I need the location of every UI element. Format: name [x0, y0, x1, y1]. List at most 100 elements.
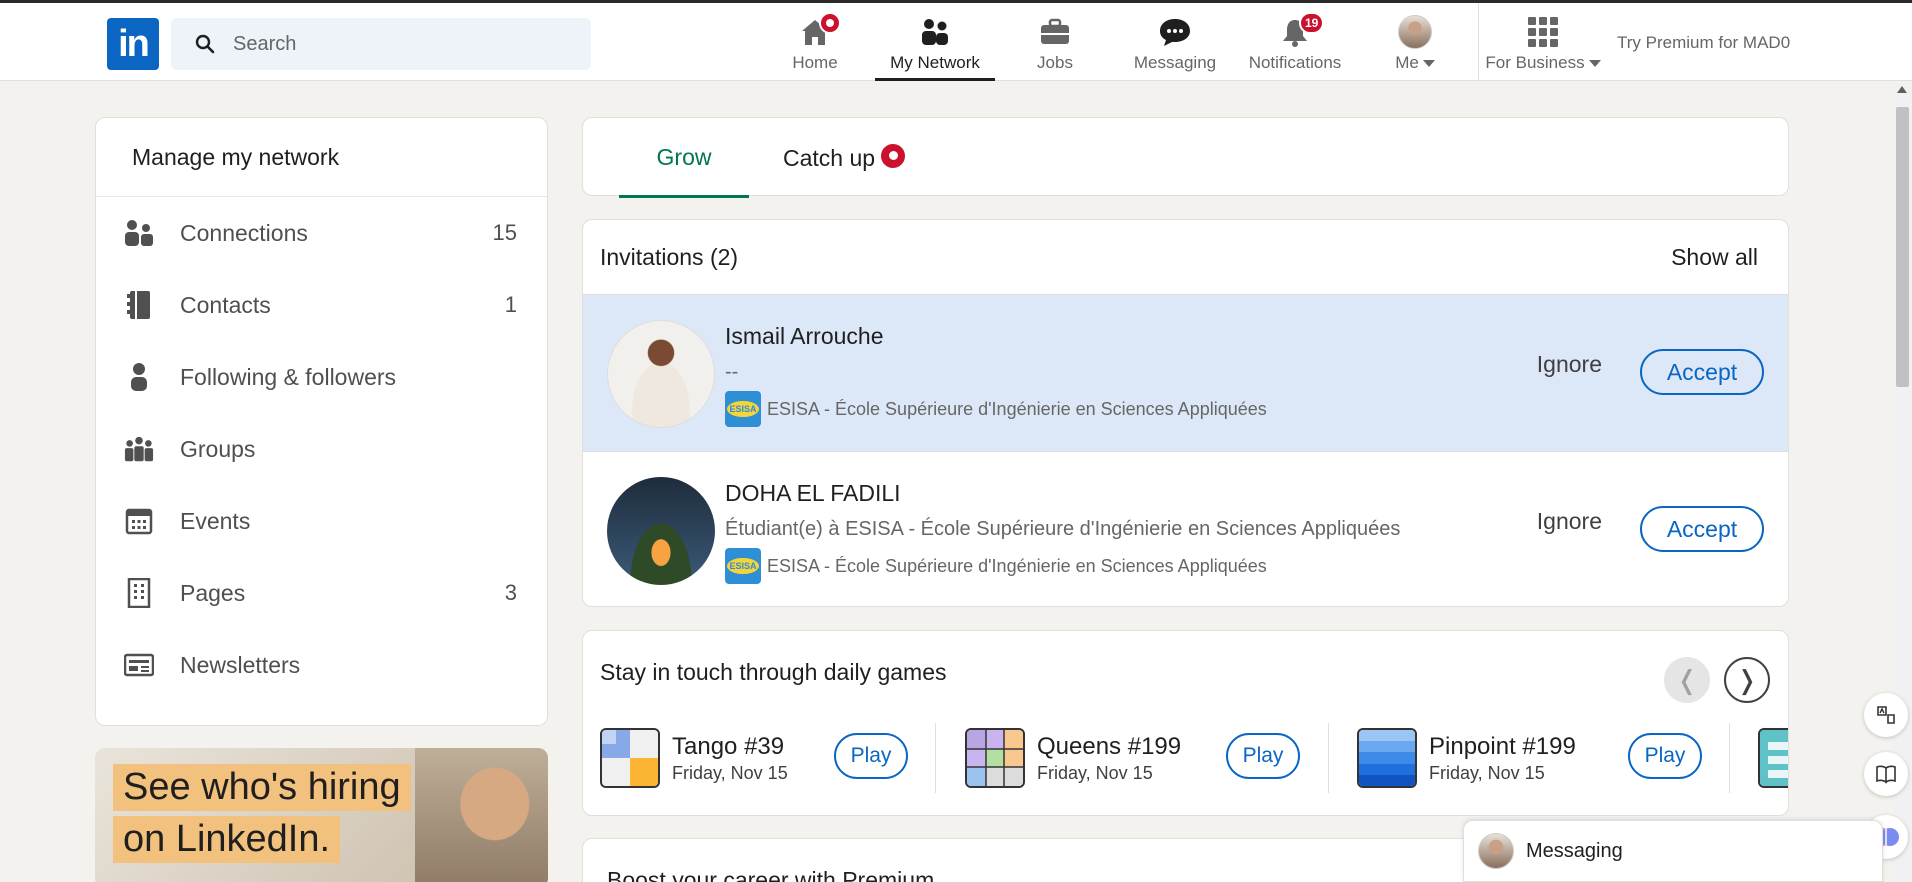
- tango-game-icon: [600, 728, 660, 788]
- sidebar-item-newsletters[interactable]: Newsletters: [96, 629, 547, 701]
- school-logo: ESISA: [725, 548, 761, 584]
- manage-network-title[interactable]: Manage my network: [96, 118, 547, 197]
- chevron-down-icon: [1588, 60, 1601, 68]
- sidebar-item-pages[interactable]: Pages 3: [96, 557, 547, 629]
- school-logo: ESISA: [725, 391, 761, 427]
- for-business-label: For Business: [1485, 53, 1601, 73]
- tab-catch-up-label: Catch up: [783, 144, 876, 171]
- ignore-button[interactable]: Ignore: [1537, 351, 1602, 378]
- invitations-card: Invitations (2) Show all Ismail Arrouche…: [582, 219, 1789, 607]
- notifications-count-badge: 19: [1299, 12, 1325, 34]
- person-icon: [124, 362, 154, 392]
- game-name: Tango #39: [672, 733, 788, 761]
- my-network-icon: [918, 15, 952, 49]
- chevron-right-icon: ❭: [1736, 664, 1758, 695]
- nav-notifications[interactable]: Notifications 19: [1235, 3, 1355, 81]
- translate-tool-button[interactable]: [1864, 693, 1908, 737]
- newsletter-icon: [124, 650, 154, 680]
- search-bar[interactable]: [171, 18, 591, 70]
- game-name: Pinpoint #199: [1429, 733, 1576, 761]
- sidebar-item-events[interactable]: Events: [96, 485, 547, 557]
- chevron-down-icon: [1422, 60, 1435, 68]
- invitation-headline: --: [725, 361, 739, 383]
- sidebar-item-contacts[interactable]: Contacts 1: [96, 269, 547, 341]
- accept-button[interactable]: Accept: [1640, 349, 1764, 395]
- home-notification-dot: [819, 12, 841, 34]
- briefcase-icon: [1038, 15, 1072, 49]
- sidebar-item-label: Connections: [180, 219, 308, 246]
- game-queens[interactable]: Queens #199 Friday, Nov 15: [965, 725, 1181, 791]
- sidebar-item-label: Events: [180, 507, 251, 534]
- calendar-icon: [124, 506, 154, 536]
- nav-messaging-label: Messaging: [1133, 53, 1217, 72]
- scrollbar-thumb[interactable]: [1896, 107, 1909, 387]
- game-text: Pinpoint #199 Friday, Nov 15: [1429, 733, 1576, 784]
- sidebar-item-groups[interactable]: Groups: [96, 413, 547, 485]
- translate-icon: [1877, 706, 1895, 724]
- school-logo-text: ESISA: [727, 401, 759, 417]
- avatar[interactable]: [607, 320, 715, 428]
- reader-tool-button[interactable]: [1864, 752, 1908, 796]
- game-date: Friday, Nov 15: [1429, 762, 1545, 783]
- nav-my-network-label: My Network: [890, 53, 980, 72]
- catch-up-notification-dot: [881, 143, 906, 168]
- game-pinpoint[interactable]: Pinpoint #199 Friday, Nov 15: [1357, 725, 1576, 791]
- crossclimb-game-icon: [1758, 728, 1788, 788]
- messaging-overlay-label: Messaging: [1526, 839, 1623, 862]
- sidebar-item-count: 15: [492, 220, 517, 245]
- nav-jobs-label: Jobs: [1037, 53, 1073, 72]
- invitation-name[interactable]: Ismail Arrouche: [725, 323, 884, 350]
- invitation-school-name: ESISA - École Supérieure d'Ingénierie en…: [767, 398, 1267, 419]
- school-logo-text: ESISA: [727, 558, 759, 574]
- queens-game-icon: [965, 728, 1025, 788]
- sidebar-item-label: Following & followers: [180, 363, 397, 390]
- tab-grow[interactable]: Grow: [619, 118, 749, 198]
- play-button[interactable]: Play: [834, 733, 908, 779]
- ad-headline-line-1: See who's hiring: [113, 764, 411, 811]
- sidebar-item-connections[interactable]: Connections 15: [96, 197, 547, 269]
- building-icon: [124, 578, 154, 608]
- play-button[interactable]: Play: [1226, 733, 1300, 779]
- invitation-name[interactable]: DOHA EL FADILI: [725, 480, 901, 507]
- scroll-up-arrow[interactable]: [1897, 86, 1907, 93]
- nav-me-text: Me: [1395, 53, 1419, 72]
- game-tango[interactable]: Tango #39 Friday, Nov 15: [600, 725, 788, 791]
- sidebar-item-label: Groups: [180, 435, 256, 462]
- nav-me[interactable]: Me: [1355, 3, 1475, 81]
- linkedin-logo[interactable]: in: [107, 18, 159, 70]
- apps-grid-icon: [1528, 17, 1558, 47]
- game-date: Friday, Nov 15: [1037, 762, 1153, 783]
- show-all-button[interactable]: Show all: [1671, 244, 1758, 271]
- nav-jobs[interactable]: Jobs: [995, 3, 1115, 81]
- ignore-button[interactable]: Ignore: [1537, 508, 1602, 535]
- game-divider: [935, 723, 936, 793]
- nav-me-label: Me: [1395, 53, 1435, 73]
- nav-home-label: Home: [792, 53, 838, 72]
- messaging-overlay-bar[interactable]: Messaging: [1463, 820, 1883, 882]
- tab-catch-up[interactable]: Catch up: [783, 118, 906, 197]
- carousel-prev-button[interactable]: ❬: [1664, 657, 1710, 703]
- hiring-ad-banner[interactable]: See who's hiring on LinkedIn.: [95, 748, 548, 882]
- nav-messaging[interactable]: Messaging: [1115, 3, 1235, 81]
- carousel-next-button[interactable]: ❭: [1724, 657, 1770, 703]
- avatar[interactable]: [607, 477, 715, 585]
- game-partial[interactable]: [1758, 725, 1788, 791]
- premium-promo-title: Boost your career with Premium: [607, 867, 935, 882]
- game-number: #199: [1127, 732, 1182, 760]
- nav-notifications-label: Notifications: [1248, 53, 1342, 72]
- nav-my-network[interactable]: My Network: [875, 3, 995, 81]
- game-number: #39: [744, 732, 785, 760]
- try-premium-link[interactable]: Try Premium for MAD0: [1617, 33, 1790, 53]
- accept-button[interactable]: Accept: [1640, 506, 1764, 552]
- search-input[interactable]: [233, 32, 573, 56]
- me-avatar-wrapper: [1398, 15, 1432, 49]
- game-date: Friday, Nov 15: [672, 762, 788, 783]
- nav-for-business[interactable]: For Business: [1478, 3, 1608, 81]
- game-title: Queens: [1037, 732, 1122, 760]
- ad-headline-line-2: on LinkedIn.: [113, 816, 341, 863]
- daily-games-card: Stay in touch through daily games ❬ ❭ Ta…: [582, 630, 1789, 816]
- play-button[interactable]: Play: [1628, 733, 1702, 779]
- sidebar-item-label: Pages: [180, 579, 246, 606]
- nav-home[interactable]: Home: [755, 3, 875, 81]
- sidebar-item-following-followers[interactable]: Following & followers: [96, 341, 547, 413]
